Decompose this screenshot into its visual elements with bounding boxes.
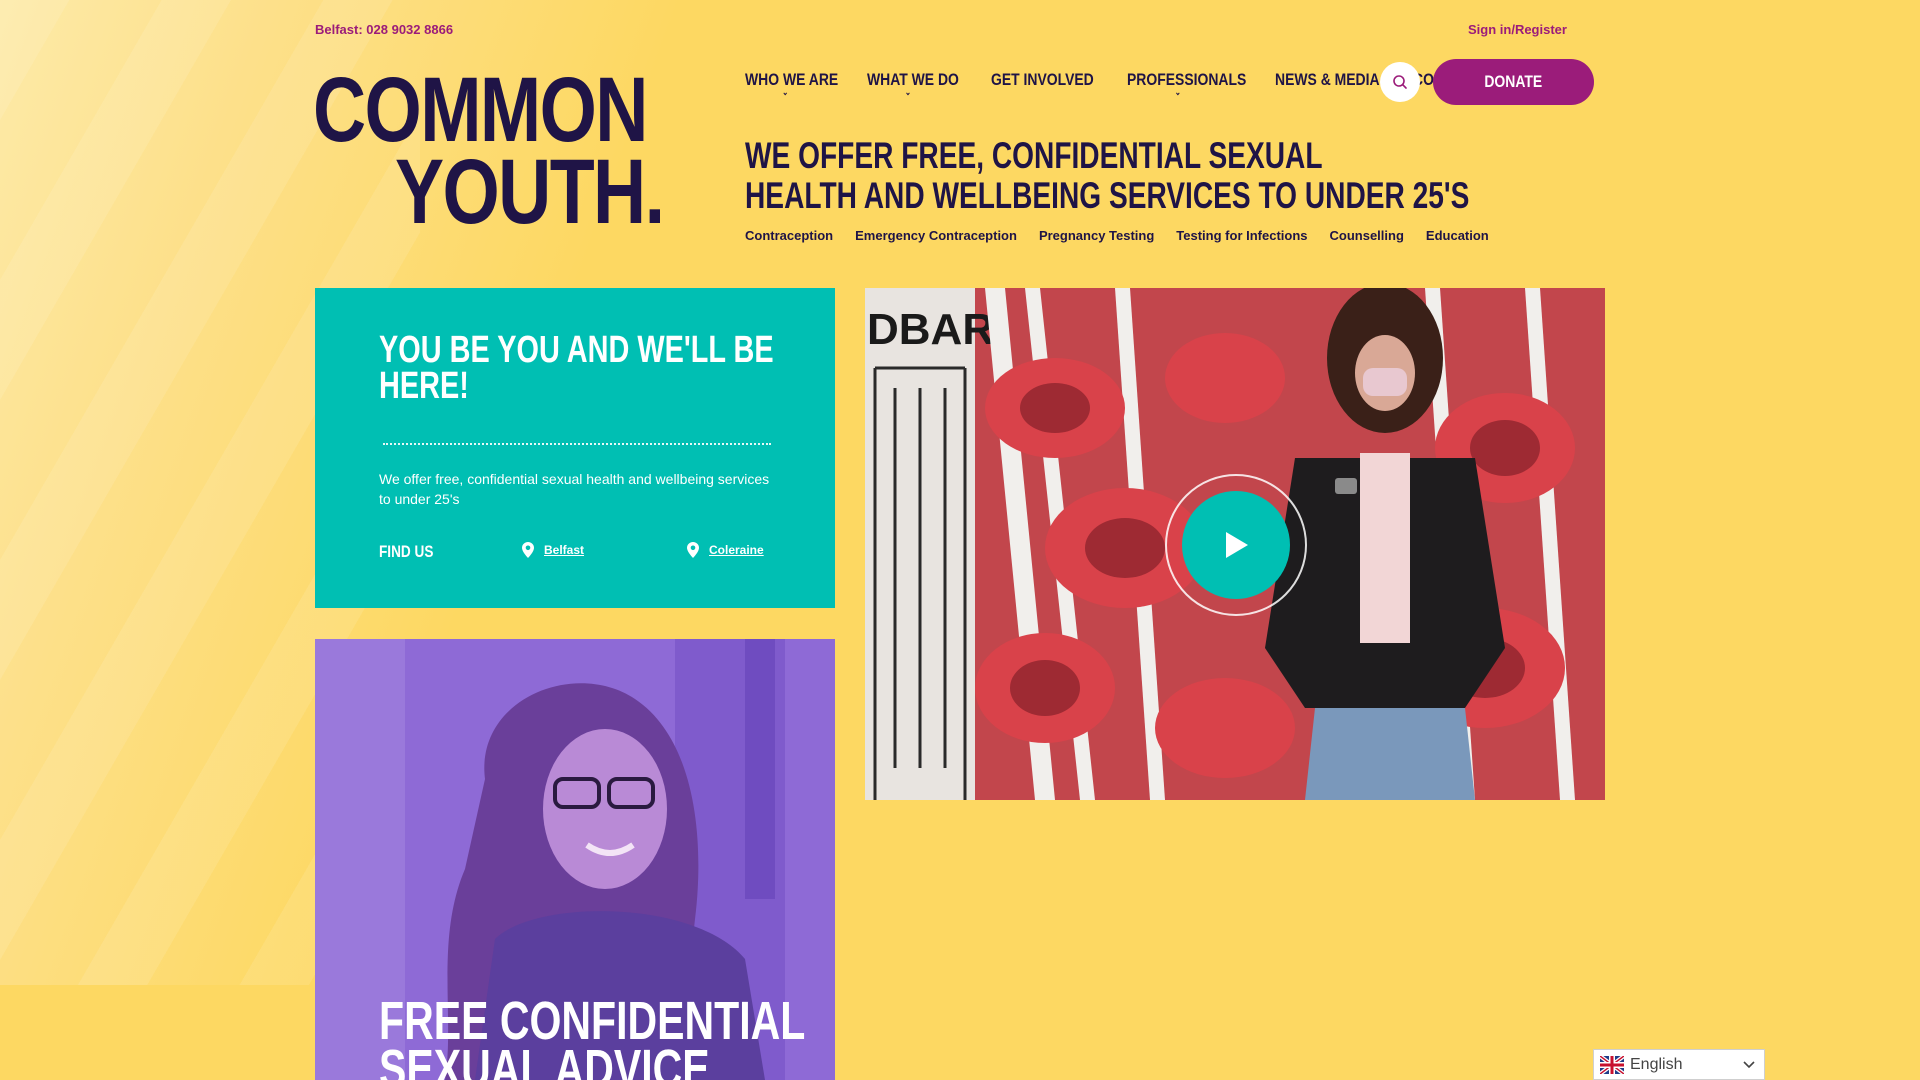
nav-get-involved[interactable]: GET INVOLVED (991, 70, 1094, 90)
logo-line-2: YOUTH. (395, 141, 665, 243)
phone-number[interactable]: Belfast: 028 9032 8866 (315, 22, 453, 37)
chevron-down-icon (1743, 1060, 1755, 1068)
find-us-label: FIND US (379, 542, 434, 561)
advice-card-title: FREE CONFIDENTIAL SEXUAL ADVICE (379, 991, 806, 1080)
play-icon (1226, 532, 1248, 558)
nav-what-we-do[interactable]: WHAT WE DO ⌄ (867, 70, 959, 97)
location-link-belfast[interactable]: Belfast (522, 542, 584, 558)
intro-card: YOU BE YOU AND WE'LL BE HERE! We offer f… (315, 288, 835, 608)
nav-professionals[interactable]: PROFESSIONALS ⌄ (1127, 70, 1246, 97)
chevron-down-icon: ⌄ (904, 87, 912, 97)
service-link[interactable]: Contraception (745, 228, 833, 243)
location-label: Coleraine (709, 543, 764, 557)
service-link[interactable]: Education (1426, 228, 1489, 243)
map-pin-icon (522, 542, 534, 558)
hero-headline-line-1: WE OFFER FREE, CONFIDENTIAL SEXUAL (745, 135, 1323, 176)
dotted-divider (383, 443, 771, 445)
play-button[interactable] (1182, 491, 1290, 599)
language-label: English (1630, 1055, 1683, 1073)
nav-news-media[interactable]: NEWS & MEDIA (1275, 70, 1380, 90)
logo[interactable]: COMMON YOUTH. (313, 64, 665, 239)
svg-text:DBAR: DBAR (867, 305, 994, 354)
donate-button[interactable]: DONATE (1433, 59, 1594, 105)
map-pin-icon (687, 542, 699, 558)
service-link[interactable]: Counselling (1330, 228, 1404, 243)
location-label: Belfast (544, 543, 585, 557)
uk-flag-icon (1600, 1055, 1624, 1074)
search-button[interactable] (1380, 62, 1420, 102)
chevron-down-icon: ⌄ (1174, 87, 1181, 97)
location-link-coleraine[interactable]: Coleraine (687, 542, 764, 558)
search-icon (1393, 75, 1407, 89)
hero-headline: WE OFFER FREE, CONFIDENTIAL SEXUAL HEALT… (745, 136, 1469, 216)
services-list: Contraception Emergency Contraception Pr… (745, 228, 1489, 243)
service-link[interactable]: Testing for Infections (1176, 228, 1307, 243)
service-link[interactable]: Emergency Contraception (855, 228, 1017, 243)
advice-card[interactable]: FREE CONFIDENTIAL SEXUAL ADVICE (315, 639, 835, 1080)
service-link[interactable]: Pregnancy Testing (1039, 228, 1154, 243)
hero-video[interactable]: DBAR (865, 288, 1605, 800)
hero-headline-line-2: HEALTH AND WELLBEING SERVICES TO UNDER 2… (745, 175, 1470, 216)
intro-card-title: YOU BE YOU AND WE'LL BE HERE! (379, 329, 774, 407)
intro-card-description: We offer free, confidential sexual healt… (379, 471, 770, 507)
sign-in-link[interactable]: Sign in/Register (1468, 22, 1567, 37)
language-selector[interactable]: English (1593, 1049, 1765, 1080)
chevron-down-icon: ⌄ (782, 87, 789, 97)
nav-who-we-are[interactable]: WHO WE ARE ⌄ (745, 70, 838, 97)
